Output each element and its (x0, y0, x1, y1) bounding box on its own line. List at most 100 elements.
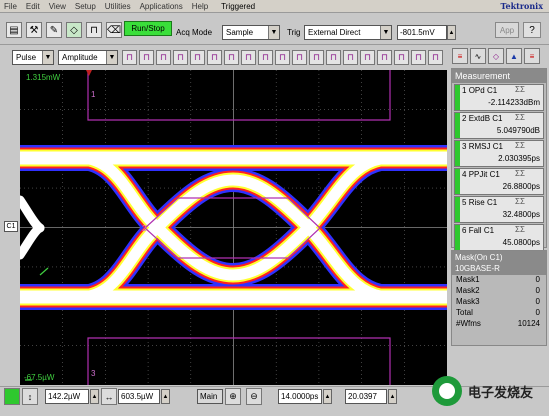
wfm-meas-icon[interactable]: ⊓ (275, 50, 290, 65)
waveform-display[interactable]: 1.315mW -67.5µW 1 2 3 (7, 70, 460, 385)
wfm-meas-icon[interactable]: ⊓ (173, 50, 188, 65)
chevron-down-icon: ▼ (268, 26, 279, 39)
menu-utilities[interactable]: Utilities (105, 2, 131, 11)
wave-icon[interactable]: ∿ (470, 48, 486, 64)
position-spinner[interactable]: ▲ (388, 389, 397, 404)
stats-icon[interactable]: ΣΣ (515, 225, 525, 234)
offset-field[interactable]: 603.5µW (118, 389, 160, 404)
measurement-item[interactable]: 5 Rise C1 ΣΣ 32.4800ps (454, 196, 544, 223)
measurement-item[interactable]: 1 OPd C1 ΣΣ -2.114233dBm (454, 84, 544, 111)
measurement-color-bar (455, 225, 460, 250)
stats-icon[interactable]: ΣΣ (515, 113, 525, 122)
watermark: 电子发烧友 (430, 370, 548, 414)
mask-label-1: 1 (91, 90, 96, 99)
position-field[interactable]: 20.0397 (345, 389, 387, 404)
mask-icon[interactable]: ◇ (488, 48, 504, 64)
menu-edit[interactable]: Edit (26, 2, 40, 11)
wfm-meas-icon[interactable]: ⊓ (258, 50, 273, 65)
measurement-name: PPJit (468, 170, 488, 179)
wfm-meas-icon[interactable]: ⊓ (411, 50, 426, 65)
measurement-index: 6 (462, 226, 467, 235)
trig-level-spinner[interactable]: ▲ (447, 25, 456, 40)
measurement-value: 5.049790dB (496, 126, 540, 135)
wfm-meas-icon[interactable]: ⊓ (190, 50, 205, 65)
meas-param-value: Amplitude (62, 53, 98, 62)
measurement-index: 5 (462, 198, 467, 207)
wfm-meas-icon[interactable]: ⊓ (156, 50, 171, 65)
measurement-source: C1 (486, 198, 498, 207)
measurement-item[interactable]: 2 ExtdB C1 ΣΣ 5.049790dB (454, 112, 544, 139)
trig-source-value: External Direct (308, 28, 361, 37)
menu-icon[interactable]: ≡ (524, 48, 540, 64)
measurement-source: C1 (486, 86, 498, 95)
tools-icon[interactable]: ⚒ (26, 22, 42, 38)
wfm-meas-icon[interactable]: ⊓ (139, 50, 154, 65)
cursor-icon[interactable]: ✎ (46, 22, 62, 38)
zoom-in-icon[interactable]: ⊕ (225, 388, 241, 405)
offset-spinner[interactable]: ▲ (161, 389, 170, 404)
measurement-item[interactable]: 4 PPJit C1 ΣΣ 26.8800ps (454, 168, 544, 195)
menu-help[interactable]: Help (192, 2, 208, 11)
measurement-value: -2.114233dBm (488, 98, 540, 107)
histogram-icon[interactable]: ▲ (506, 48, 522, 64)
stats-icon[interactable]: ΣΣ (515, 169, 525, 178)
measurement-panel-title: Measurement (452, 69, 546, 83)
channel-color-icon[interactable] (4, 388, 20, 405)
eraser-icon[interactable]: ⌫ (106, 22, 122, 38)
print-icon[interactable]: ▤ (6, 22, 22, 38)
wfm-meas-icon[interactable]: ⊓ (343, 50, 358, 65)
eye-icon[interactable]: ◇ (66, 22, 82, 38)
menu-view[interactable]: View (49, 2, 66, 11)
stats-icon[interactable]: ΣΣ (515, 197, 525, 206)
stats-icon[interactable]: ΣΣ (515, 85, 525, 94)
menu-applications[interactable]: Applications (140, 2, 183, 11)
meas-param-select[interactable]: Amplitude ▼ (58, 50, 118, 65)
horizontal-scale-field[interactable]: 14.0000ps (278, 389, 322, 404)
wfm-meas-icon[interactable]: ⊓ (326, 50, 341, 65)
stats-icon[interactable]: ΣΣ (515, 141, 525, 150)
measurement-source: C1 (489, 170, 500, 179)
zoom-out-icon[interactable]: ⊖ (246, 388, 262, 405)
wfm-meas-icon[interactable]: ⊓ (224, 50, 239, 65)
mask-region-1 (87, 70, 391, 121)
vertical-scale-field[interactable]: 142.2µW (45, 389, 89, 404)
wfm-meas-icon[interactable]: ⊓ (241, 50, 256, 65)
mask-row-value: 0 (535, 275, 540, 284)
wfm-meas-icon[interactable]: ⊓ (394, 50, 409, 65)
wfm-meas-icon[interactable]: ⊓ (428, 50, 443, 65)
measurement-color-bar (455, 197, 460, 222)
menu-setup[interactable]: Setup (75, 2, 96, 11)
trig-label: Trig (287, 28, 301, 37)
mask-row-label: #Wfms (456, 319, 481, 328)
top-readout: 1.315mW (26, 73, 61, 82)
trig-source-select[interactable]: External Direct ▼ (304, 25, 392, 40)
wfm-meas-icon[interactable]: ⊓ (122, 50, 137, 65)
wfm-meas-icon[interactable]: ⊓ (207, 50, 222, 65)
mask-row: Total 0 (452, 308, 546, 319)
channel-marker[interactable]: C1 (4, 221, 18, 232)
menu-file[interactable]: File (4, 2, 17, 11)
chevron-down-icon: ▼ (380, 26, 391, 39)
wfm-meas-icon[interactable]: ⊓ (309, 50, 324, 65)
trig-level-field[interactable]: -801.5mV (397, 25, 447, 40)
measurement-item[interactable]: 6 Fall C1 ΣΣ 45.0800ps (454, 224, 544, 251)
wfm-meas-icon[interactable]: ⊓ (377, 50, 392, 65)
wfm-meas-icon[interactable]: ⊓ (292, 50, 307, 65)
mask-row: Mask1 0 (452, 275, 546, 286)
meas-type-select[interactable]: Pulse ▼ (12, 50, 54, 65)
run-stop-button[interactable]: Run/Stop (124, 21, 172, 36)
measurement-value: 2.030395ps (498, 154, 540, 163)
app-button[interactable]: App (495, 22, 519, 38)
vertical-scale-spinner[interactable]: ▲ (90, 389, 99, 404)
help-button[interactable]: ? (523, 22, 541, 38)
red-bars-icon[interactable]: ≡ (452, 48, 468, 64)
vert-icon[interactable]: ↕ (22, 388, 38, 405)
acq-mode-select[interactable]: Sample ▼ (222, 25, 280, 40)
wfm-meas-icon[interactable]: ⊓ (360, 50, 375, 65)
offset-icon[interactable]: ↔ (101, 388, 117, 405)
measurement-item[interactable]: 3 RMSJ C1 ΣΣ 2.030395ps (454, 140, 544, 167)
pulse-icon[interactable]: ⊓ (86, 22, 102, 38)
mask-label-2: 2 (142, 224, 147, 233)
horizontal-scale-spinner[interactable]: ▲ (323, 389, 332, 404)
watermark-logo-inner (439, 383, 455, 399)
